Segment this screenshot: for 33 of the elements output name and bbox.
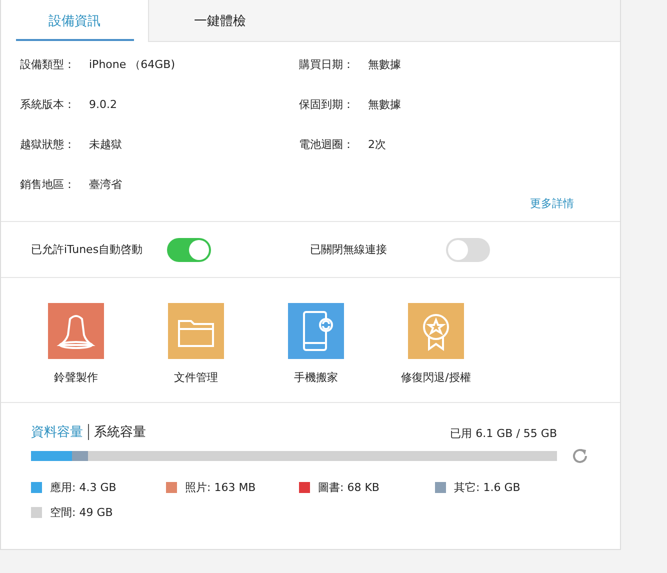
info-value: 無數據 (368, 96, 401, 112)
info-label: 銷售地區： (20, 176, 76, 192)
info-label: 系統版本： (20, 96, 76, 112)
storage-tab[interactable]: 系統容量 (94, 423, 146, 441)
info-label: 保固到期： (299, 96, 355, 112)
legend-label: 照片: 163 MB (185, 480, 256, 495)
tool-button[interactable]: 鈴聲製作 (16, 303, 136, 389)
info-value: 9.0.2 (89, 98, 117, 110)
legend-label: 空間: 49 GB (50, 505, 113, 520)
info-value: 臺湾省 (89, 176, 122, 192)
tab[interactable]: 一鍵體檢 (148, 0, 620, 42)
legend-label: 其它: 1.6 GB (454, 480, 520, 495)
legend-label: 圖書: 68 KB (318, 480, 380, 495)
toggle-label: 已關閉無線連接 (310, 242, 388, 257)
tool-button[interactable]: 手機搬家 (256, 303, 376, 389)
toggle-switch[interactable] (167, 238, 211, 262)
tool-button[interactable]: 文件管理 (136, 303, 256, 389)
used-capacity: 已用 6.1 GB / 55 GB (450, 426, 557, 441)
info-value: 未越獄 (89, 136, 122, 152)
info-label: 電池迴圈： (299, 136, 355, 152)
info-label: 購買日期： (299, 56, 355, 72)
info-value: 無數據 (368, 56, 401, 72)
more-details-link[interactable]: 更多詳情 (530, 196, 574, 211)
legend-label: 應用: 4.3 GB (50, 480, 116, 495)
toggle-label: 已允許iTunes自動啓動 (31, 242, 144, 257)
info-value: 2次 (368, 136, 386, 152)
tool-button[interactable]: 修復閃退/授權 (376, 303, 496, 389)
storage-tab[interactable]: 資料容量 (31, 423, 83, 441)
toggle-switch[interactable] (446, 238, 490, 262)
info-label: 越獄狀態： (20, 136, 76, 152)
info-label: 設備類型： (20, 56, 76, 72)
info-value: iPhone （64GB) (89, 56, 175, 72)
refresh-icon[interactable] (571, 447, 589, 465)
